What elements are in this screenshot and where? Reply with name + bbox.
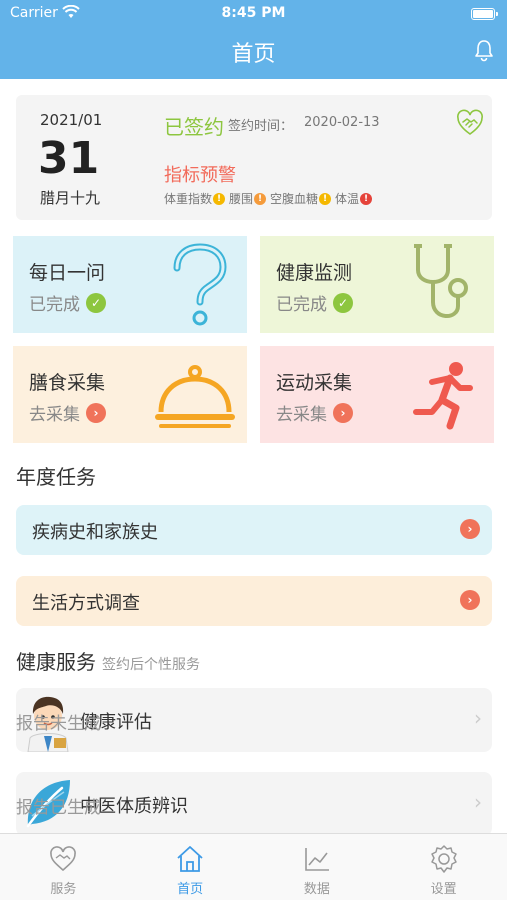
alert-icon: !: [360, 192, 373, 205]
date-year-month: 2021/01: [40, 111, 103, 129]
tile-status-label: 已完成: [276, 295, 327, 315]
indicator-label: 空腹血糖: [270, 192, 319, 206]
indicator-waist[interactable]: 腰围!: [229, 190, 267, 207]
handshake-icon: [457, 109, 483, 135]
chevron-right-icon: ›: [474, 790, 482, 814]
task-label: 疾病史和家族史: [32, 522, 158, 543]
task-disease-history[interactable]: 疾病史和家族史 ›: [16, 505, 492, 555]
indicator-list: 体重指数! 腰围! 空腹血糖! 体温!: [164, 190, 373, 207]
section-subtitle: 签约后个性服务: [102, 657, 200, 673]
check-icon: ✓: [86, 292, 106, 313]
task-lifestyle-survey[interactable]: 生活方式调查 ›: [16, 576, 492, 626]
indicator-label: 腰围: [229, 192, 254, 206]
tab-label: 首页: [177, 882, 204, 897]
chevron-right-icon: ›: [86, 402, 106, 423]
annual-tasks-heading: 年度任务: [16, 465, 96, 489]
tile-status-label: 已完成: [29, 295, 80, 315]
chart-icon: [305, 848, 329, 871]
tile-title: 膳食采集: [29, 372, 106, 394]
stethoscope-icon: [414, 244, 468, 318]
alert-icon: !: [254, 192, 267, 205]
gear-icon: [430, 845, 457, 873]
lunar-date: 腊月十九: [40, 189, 101, 207]
runner-icon: [413, 362, 473, 430]
chevron-right-icon: ›: [460, 519, 480, 539]
tile-health-monitor[interactable]: 健康监测 已完成 ✓: [260, 236, 494, 333]
tab-data[interactable]: 数据: [254, 834, 381, 900]
tile-status: 已完成 ✓: [276, 290, 353, 315]
tile-exercise-collect[interactable]: 运动采集 去采集 ›: [260, 346, 494, 443]
sign-card[interactable]: 2021/01 31 腊月十九 已签约 签约时间： 2020-02-13 指标预…: [16, 95, 492, 220]
tile-title: 运动采集: [276, 372, 353, 394]
alert-icon: !: [213, 192, 226, 205]
tab-settings[interactable]: 设置: [380, 834, 507, 900]
service-status: 报告未生成: [16, 714, 101, 734]
sign-time-value: 2020-02-13: [304, 115, 380, 130]
sign-time-label: 签约时间：: [228, 119, 294, 134]
question-icon: [173, 243, 227, 326]
indicator-label: 体重指数: [164, 192, 213, 206]
service-health-assessment[interactable]: 健康评估 报告未生成 ›: [16, 688, 492, 752]
alert-icon: !: [319, 192, 332, 205]
battery-icon: [471, 8, 498, 20]
check-icon: ✓: [333, 292, 353, 313]
tile-status-label: 去采集: [29, 405, 80, 425]
tile-title: 健康监测: [276, 262, 353, 284]
tile-status: 去采集 ›: [29, 400, 106, 425]
heart-hands-icon: [50, 846, 77, 872]
section-title: 健康服务: [16, 650, 96, 674]
service-tcm-constitution[interactable]: 中医体质辨识 报告已生成 ›: [16, 772, 492, 836]
cloche-icon: [155, 365, 235, 428]
chevron-right-icon: ›: [333, 402, 353, 423]
tab-label: 服务: [50, 882, 77, 897]
indicator-glucose[interactable]: 空腹血糖!: [270, 190, 332, 207]
bell-icon[interactable]: [473, 38, 495, 62]
tab-label: 设置: [430, 882, 457, 897]
status-bar: Carrier 8:45 PM: [0, 4, 507, 26]
indicator-label: 体温: [335, 192, 360, 206]
service-status: 报告已生成: [16, 798, 101, 818]
date-day: 31: [38, 133, 100, 184]
tile-status-label: 去采集: [276, 405, 327, 425]
task-label: 生活方式调查: [32, 593, 140, 614]
home-icon: [177, 846, 203, 872]
clock: 8:45 PM: [221, 5, 286, 21]
indicator-bmi[interactable]: 体重指数!: [164, 190, 226, 207]
indicator-temperature[interactable]: 体温!: [335, 190, 373, 207]
tile-status: 已完成 ✓: [29, 290, 106, 315]
health-services-heading: 健康服务 签约后个性服务: [16, 646, 200, 675]
tile-title: 每日一问: [29, 262, 106, 284]
tile-daily-question[interactable]: 每日一问 已完成 ✓: [13, 236, 247, 333]
tab-service[interactable]: 服务: [0, 834, 127, 900]
tab-home[interactable]: 首页: [127, 834, 254, 900]
top-header: Carrier 8:45 PM 首页: [0, 0, 507, 79]
signed-status: 已签约: [164, 115, 224, 139]
tab-label: 数据: [303, 882, 330, 897]
chevron-right-icon: ›: [474, 706, 482, 730]
page-title: 首页: [231, 42, 276, 67]
tile-diet-collect[interactable]: 膳食采集 去采集 ›: [13, 346, 247, 443]
tab-bar: 服务 首页 数据 设置: [0, 833, 507, 900]
warning-title: 指标预警: [164, 165, 236, 186]
tile-status: 去采集 ›: [276, 400, 353, 425]
chevron-right-icon: ›: [460, 590, 480, 610]
